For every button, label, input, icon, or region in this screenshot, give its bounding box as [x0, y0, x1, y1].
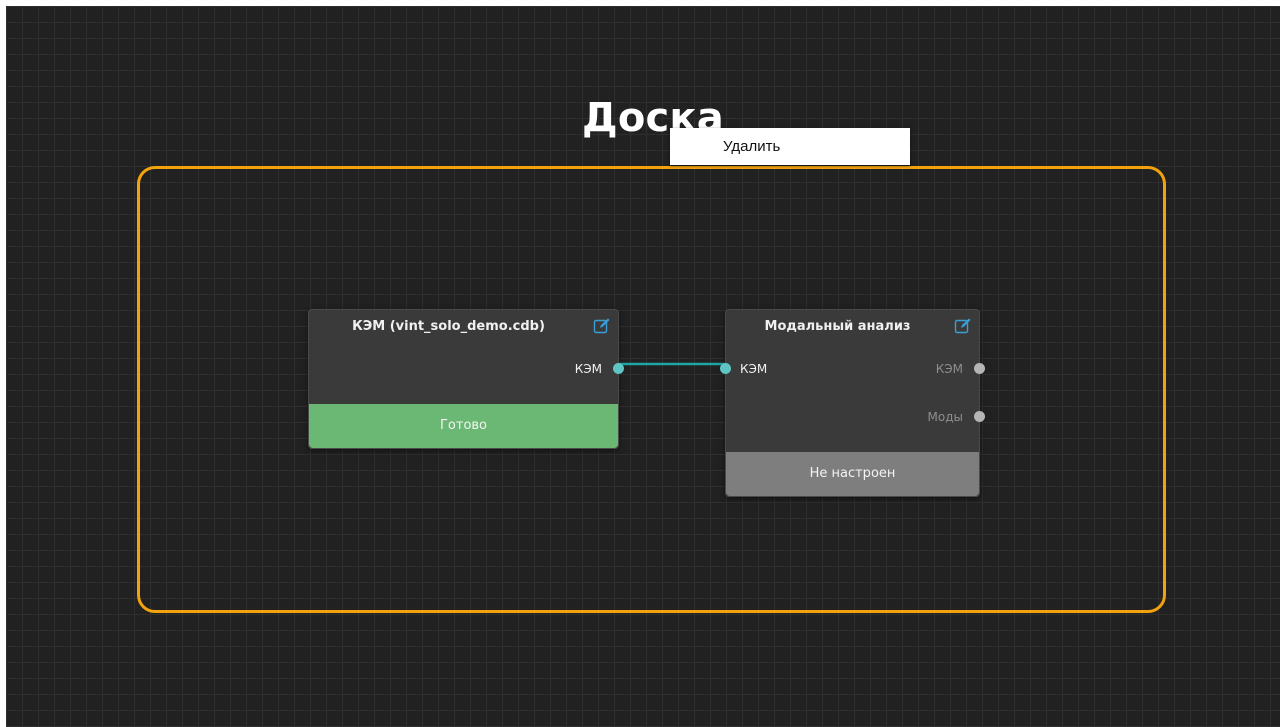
group-frame[interactable]	[137, 166, 1166, 613]
output-port-label: КЭМ	[935, 362, 963, 376]
context-menu: Удалить	[670, 128, 910, 165]
node-editor-canvas[interactable]: Доска КЭМ (vint_solo_demo.cdb) КЭМ Готов…	[6, 6, 1280, 727]
node-kem[interactable]: КЭМ (vint_solo_demo.cdb) КЭМ Готово	[308, 309, 624, 449]
input-port-kem[interactable]	[720, 363, 731, 374]
edit-icon[interactable]	[593, 317, 611, 335]
output-port-label: КЭМ	[574, 362, 602, 376]
node-title: КЭМ (vint_solo_demo.cdb)	[352, 319, 545, 334]
status-bar: Не настроен	[726, 452, 979, 496]
output-port-kem[interactable]	[613, 363, 624, 374]
context-menu-item-delete[interactable]: Удалить	[670, 128, 910, 165]
output-port-kem[interactable]	[974, 363, 985, 374]
output-port-label: Моды	[927, 410, 963, 424]
output-port-modes[interactable]	[974, 411, 985, 422]
node-modal-analysis[interactable]: Модальный анализ КЭМ КЭМ Моды Не настрое…	[720, 309, 985, 497]
status-bar: Готово	[309, 404, 618, 448]
node-title: Модальный анализ	[764, 319, 911, 334]
input-port-label: КЭМ	[740, 362, 768, 376]
edit-icon[interactable]	[954, 317, 972, 335]
